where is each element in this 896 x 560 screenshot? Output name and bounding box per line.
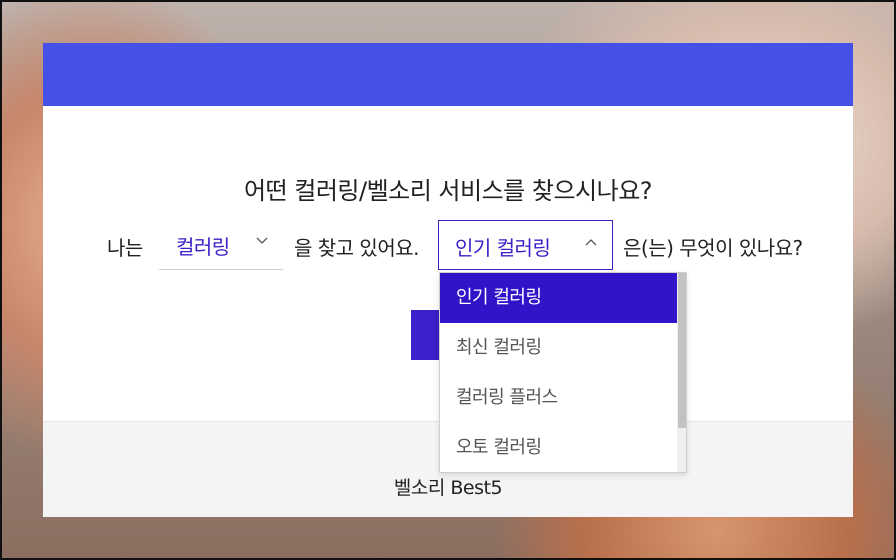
dropdown-scrollbar[interactable]	[677, 273, 686, 472]
chevron-down-icon	[256, 234, 268, 249]
category-dropdown-list: 인기 컬러링 최신 컬러링 컬러링 플러스 오토 컬러링	[439, 272, 687, 473]
modal-header	[43, 43, 853, 106]
sentence-suffix: 은(는) 무엇이 있나요?	[623, 236, 803, 260]
footer-label[interactable]: 벨소리 Best5	[43, 473, 853, 500]
service-type-value: 컬러링	[176, 235, 230, 259]
sentence-prefix: 나는	[107, 236, 143, 260]
scrollbar-thumb[interactable]	[678, 273, 686, 428]
dropdown-option-auto[interactable]: 오토 컬러링	[440, 423, 677, 472]
sentence-middle: 을 찾고 있어요.	[294, 236, 419, 260]
service-type-select[interactable]: 컬러링	[159, 220, 283, 270]
chevron-up-icon	[585, 235, 597, 250]
category-value: 인기 컬러링	[455, 236, 551, 260]
question-title: 어떤 컬러링/벨소리 서비스를 찾으시나요?	[243, 177, 653, 205]
category-select[interactable]: 인기 컬러링	[438, 220, 613, 270]
dropdown-option-plus[interactable]: 컬러링 플러스	[440, 373, 677, 423]
dropdown-option-popular[interactable]: 인기 컬러링	[440, 273, 677, 323]
query-sentence: 나는 컬러링 을 찾고 있어요. 인기 컬러링 은(는) 무엇이 있나요?	[43, 220, 853, 272]
dropdown-option-latest[interactable]: 최신 컬러링	[440, 323, 677, 373]
